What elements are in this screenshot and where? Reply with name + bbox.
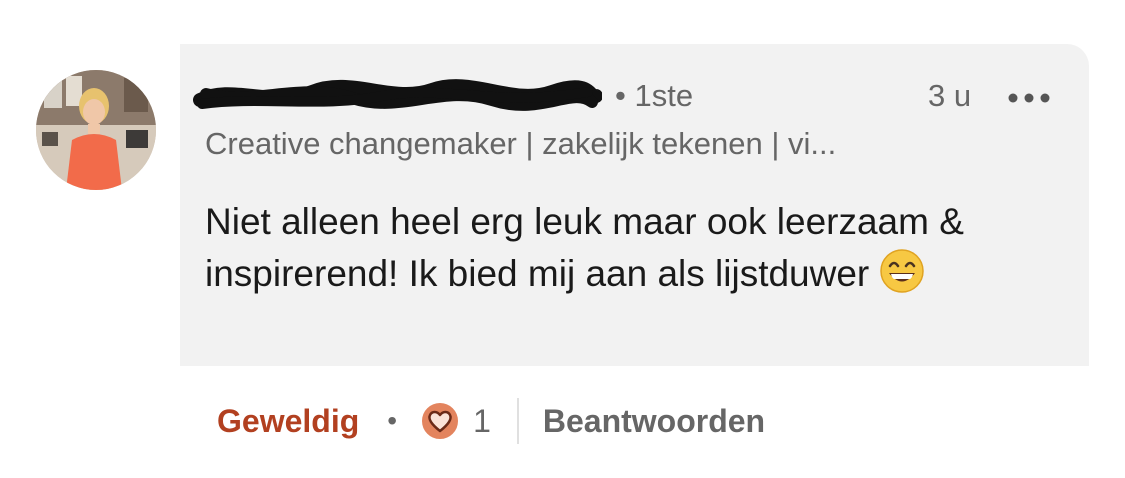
reply-button[interactable]: Beantwoorden <box>543 403 765 440</box>
comment-item: • 1ste 3 u Creative changemaker | zakeli… <box>0 0 1125 478</box>
action-separator: • <box>387 405 398 436</box>
heart-love-icon[interactable] <box>419 400 461 442</box>
connection-degree: • 1ste <box>615 78 694 113</box>
grinning-face-emoji-icon <box>880 249 924 293</box>
action-divider <box>516 398 519 444</box>
author-name-redacted[interactable] <box>192 74 602 118</box>
comment-actions: Geweldig • 1 Beantwoorden <box>217 398 765 444</box>
author-headline[interactable]: Creative changemaker | zakelijk tekenen … <box>205 126 836 162</box>
avatar[interactable] <box>36 70 156 190</box>
comment-text: Niet alleen heel erg leuk maar ook leerz… <box>205 196 1105 300</box>
react-button[interactable]: Geweldig <box>217 403 359 440</box>
avatar-photo <box>36 70 156 190</box>
more-horizontal-icon[interactable] <box>1005 90 1053 106</box>
reaction-count[interactable]: 1 <box>473 403 491 440</box>
comment-text-line-2: inspirerend! Ik bied mij aan als lijstdu… <box>205 248 1105 300</box>
comment-text-line-1: Niet alleen heel erg leuk maar ook leerz… <box>205 201 964 242</box>
comment-text-line-2-text: inspirerend! Ik bied mij aan als lijstdu… <box>205 253 870 294</box>
timestamp: 3 u <box>928 78 972 113</box>
